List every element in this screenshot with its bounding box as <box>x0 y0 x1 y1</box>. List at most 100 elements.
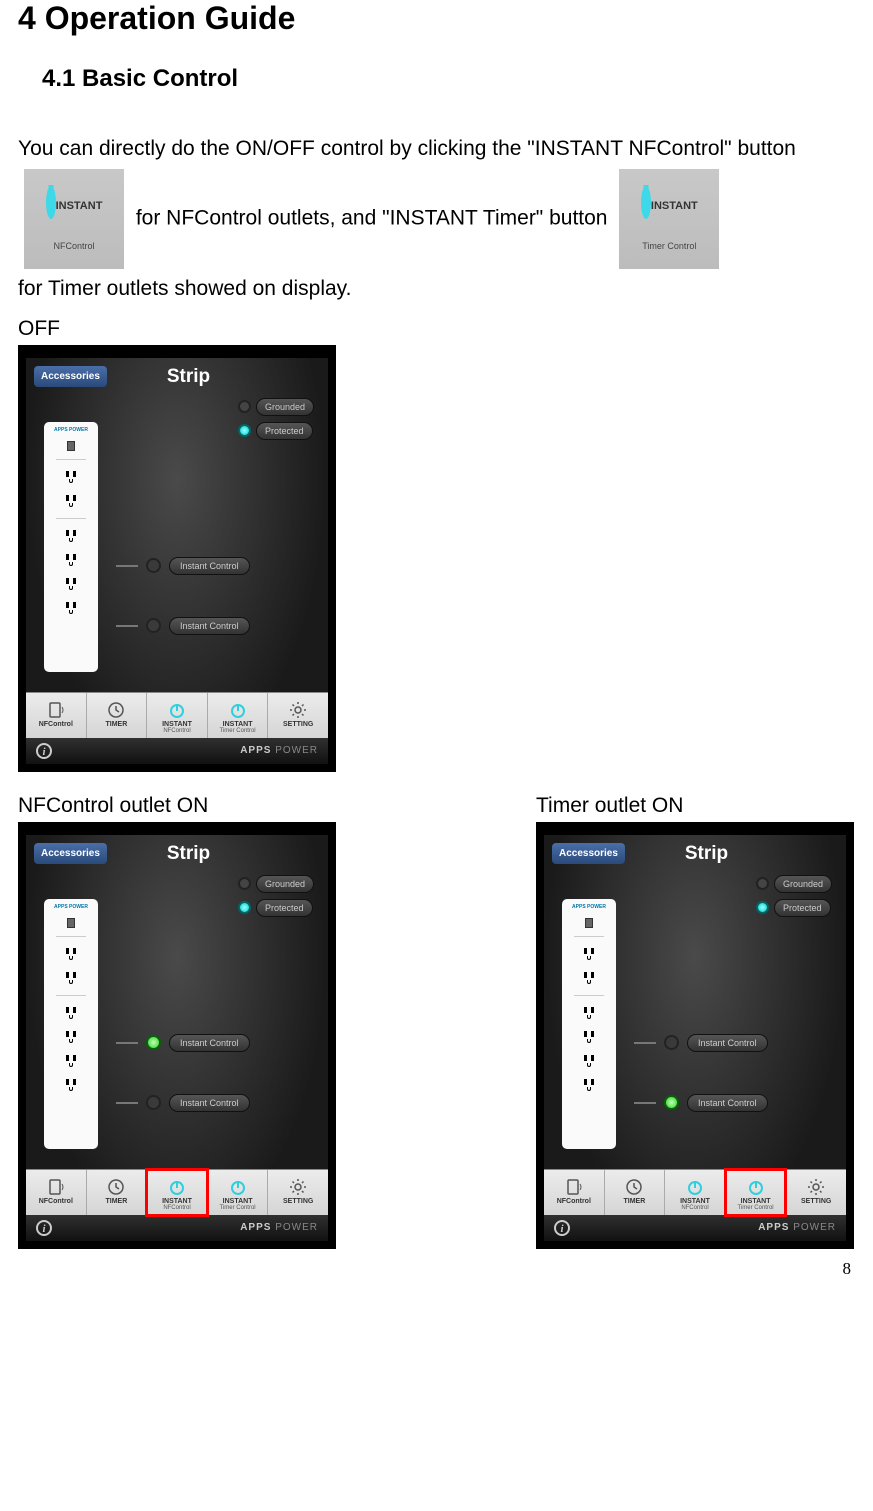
info-icon[interactable]: i <box>36 743 52 759</box>
button-label-1: INSTANT <box>56 200 103 212</box>
led-off-icon <box>146 618 161 633</box>
nav-label: NFControl <box>28 1198 84 1205</box>
nav-instant-nfcontrol[interactable]: INSTANT NFControl <box>147 1170 208 1215</box>
nav-instant-timer[interactable]: INSTANT Timer Control <box>726 1170 787 1215</box>
nav-nfcontrol[interactable]: NFControl <box>26 1170 87 1215</box>
nav-sublabel: Timer Control <box>210 728 266 734</box>
nav-label: INSTANT <box>210 721 266 728</box>
nav-sublabel: Timer Control <box>728 1205 784 1211</box>
nav-nfcontrol[interactable]: NFControl <box>26 693 87 738</box>
outlet-icon <box>62 575 80 593</box>
nav-instant-timer[interactable]: INSTANT Timer Control <box>208 1170 269 1215</box>
instant-nfcontrol-button-illustration: INSTANT NFControl <box>24 169 124 269</box>
info-icon[interactable]: i <box>554 1220 570 1236</box>
instant-timer-button-illustration: INSTANT Timer Control <box>619 169 719 269</box>
outlet-icon <box>62 1052 80 1070</box>
instant-control-label: Instant Control <box>169 1094 250 1112</box>
power-icon <box>210 699 266 721</box>
outlet-icon <box>580 1052 598 1070</box>
nav-label: NFControl <box>28 721 84 728</box>
text-segment-3: for Timer outlets showed on display. <box>18 277 351 300</box>
accessories-button[interactable]: Accessories <box>34 843 107 864</box>
instant-control-label: Instant Control <box>169 557 250 575</box>
nav-timer[interactable]: TIMER <box>605 1170 666 1215</box>
usb-port-icon <box>585 918 593 928</box>
button-label-2: NFControl <box>53 241 94 251</box>
gear-icon <box>788 1176 844 1198</box>
screenshot-nfcontrol-on: Accessories Strip Grounded Protected <box>18 822 336 1249</box>
brand-label: APPS POWER <box>758 1222 836 1233</box>
led-on-icon <box>664 1095 679 1110</box>
instant-control-row-2[interactable]: Instant Control <box>116 617 250 635</box>
clock-icon <box>89 1176 145 1198</box>
nfc-icon <box>546 1176 602 1198</box>
led-on-icon <box>146 1035 161 1050</box>
power-icon <box>46 186 56 219</box>
info-icon[interactable]: i <box>36 1220 52 1236</box>
outlet-icon <box>62 492 80 510</box>
outlet-icon <box>62 1004 80 1022</box>
power-icon <box>667 1176 723 1198</box>
led-off-icon <box>146 1095 161 1110</box>
clock-icon <box>89 699 145 721</box>
nav-label: SETTING <box>788 1198 844 1205</box>
outlet-icon <box>580 1076 598 1094</box>
instant-control-row-2[interactable]: Instant Control <box>634 1094 768 1112</box>
screenshot-timer-on: Accessories Strip Grounded Protected <box>536 822 854 1249</box>
outlet-icon <box>580 1004 598 1022</box>
nfc-icon <box>28 699 84 721</box>
nav-timer[interactable]: TIMER <box>87 693 148 738</box>
brand-label: APPS POWER <box>240 745 318 756</box>
bottom-navbar: NFControl TIMER INSTANT NFControl <box>544 1169 846 1215</box>
heading-section: 4.1 Basic Control <box>42 65 855 93</box>
nav-setting[interactable]: SETTING <box>268 1170 328 1215</box>
instant-control-row-1[interactable]: Instant Control <box>634 1034 768 1052</box>
nav-sublabel: NFControl <box>667 1205 723 1211</box>
accessories-button[interactable]: Accessories <box>552 843 625 864</box>
nav-instant-nfcontrol[interactable]: INSTANT NFControl <box>147 693 208 738</box>
nav-label: NFControl <box>546 1198 602 1205</box>
outlet-icon <box>62 945 80 963</box>
heading-chapter: 4 Operation Guide <box>18 0 855 37</box>
instant-control-label: Instant Control <box>169 617 250 635</box>
outlet-icon <box>580 1028 598 1046</box>
screenshot-off: Accessories Strip Grounded Protected APP… <box>18 345 336 772</box>
nav-setting[interactable]: SETTING <box>268 693 328 738</box>
nav-label: INSTANT <box>210 1198 266 1205</box>
gear-icon <box>270 699 326 721</box>
nav-instant-timer[interactable]: INSTANT Timer Control <box>208 693 269 738</box>
outlet-icon <box>62 969 80 987</box>
text-segment-2: for NFControl outlets, and "INSTANT Time… <box>136 206 608 229</box>
instruction-paragraph: You can directly do the ON/OFF control b… <box>18 129 855 309</box>
power-icon <box>641 186 651 219</box>
strip-logo: APPS POWER <box>54 428 88 433</box>
usb-port-icon <box>67 918 75 928</box>
power-strip-image: APPS POWER <box>562 899 616 1149</box>
power-strip-image: APPS POWER <box>44 422 98 672</box>
nav-label: INSTANT <box>728 1198 784 1205</box>
nav-nfcontrol[interactable]: NFControl <box>544 1170 605 1215</box>
clock-icon <box>607 1176 663 1198</box>
accessories-button[interactable]: Accessories <box>34 366 107 387</box>
instant-control-row-1[interactable]: Instant Control <box>116 1034 250 1052</box>
outlet-icon <box>62 468 80 486</box>
brand-label: APPS POWER <box>240 1222 318 1233</box>
nav-label: TIMER <box>89 1198 145 1205</box>
strip-logo: APPS POWER <box>572 905 606 910</box>
text-segment-1: You can directly do the ON/OFF control b… <box>18 137 796 160</box>
nav-label: INSTANT <box>149 721 205 728</box>
nav-timer[interactable]: TIMER <box>87 1170 148 1215</box>
nav-instant-nfcontrol[interactable]: INSTANT NFControl <box>665 1170 726 1215</box>
outlet-icon <box>62 551 80 569</box>
power-icon <box>149 1176 205 1198</box>
page-number: 8 <box>843 1259 852 1279</box>
button-label-2: Timer Control <box>642 241 696 251</box>
outlet-icon <box>62 1076 80 1094</box>
instant-control-row-1[interactable]: Instant Control <box>116 557 250 575</box>
instant-control-row-2[interactable]: Instant Control <box>116 1094 250 1112</box>
power-icon <box>728 1176 784 1198</box>
power-icon <box>149 699 205 721</box>
gear-icon <box>270 1176 326 1198</box>
nav-setting[interactable]: SETTING <box>786 1170 846 1215</box>
led-off-icon <box>664 1035 679 1050</box>
